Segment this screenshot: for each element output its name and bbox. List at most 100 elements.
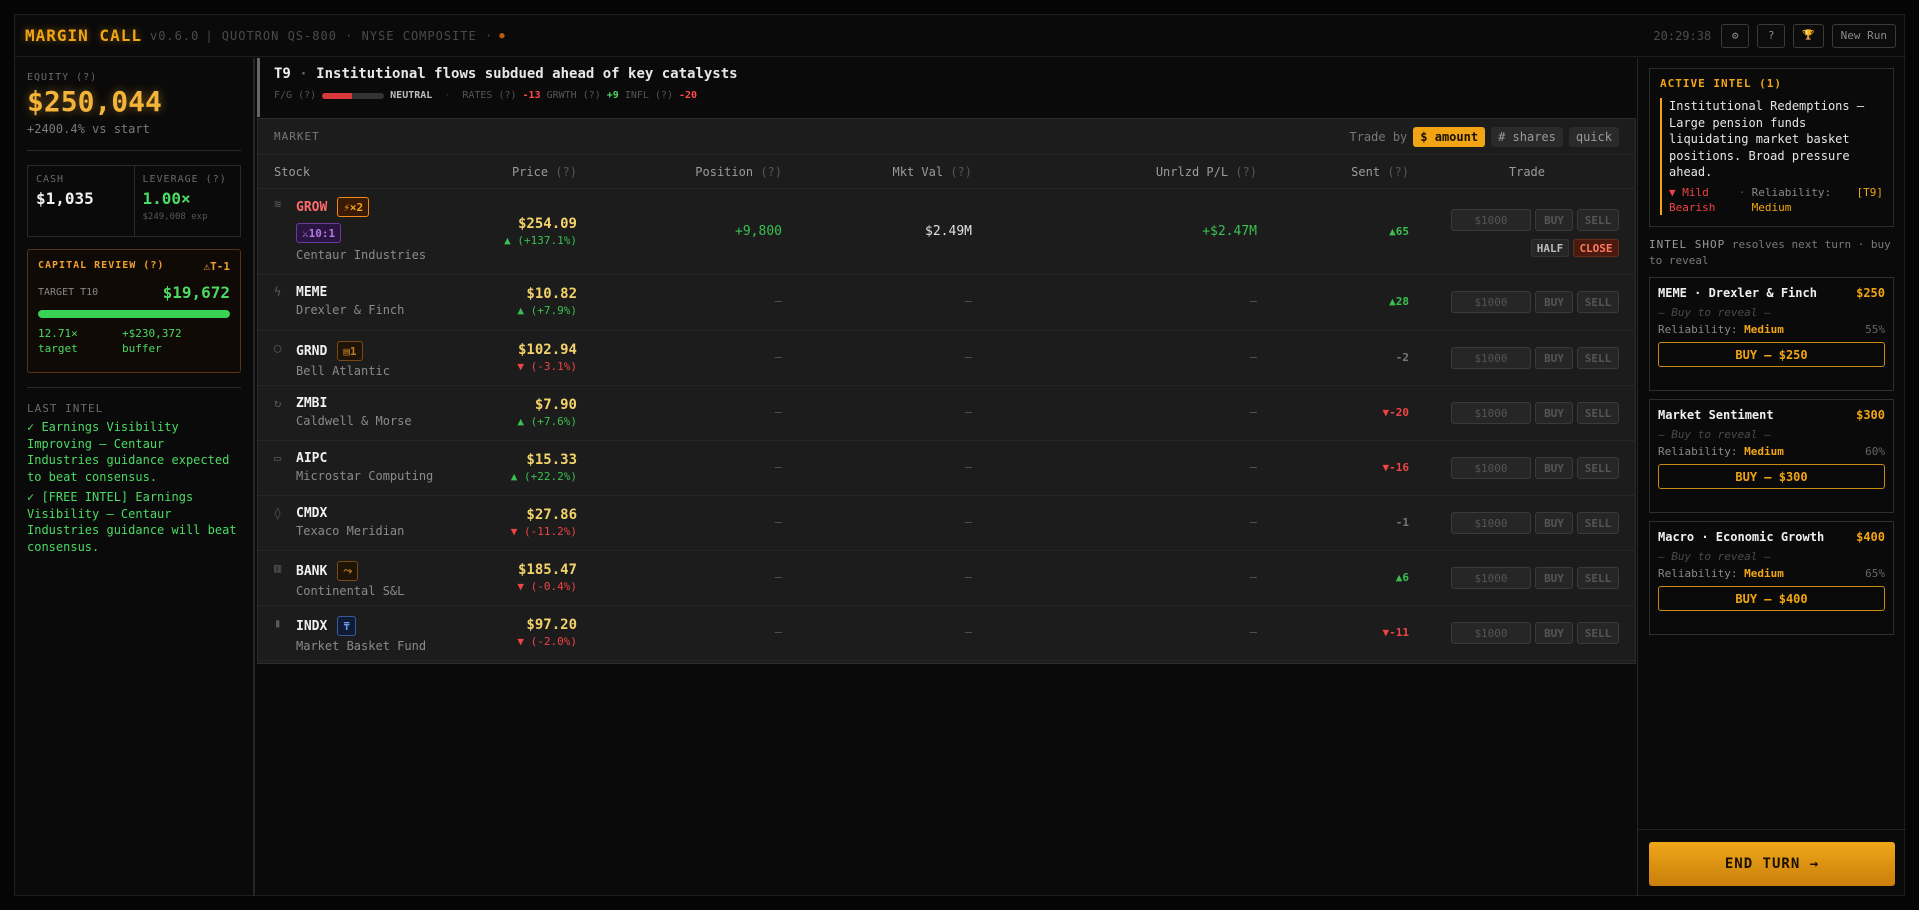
modifier-badge: ₸ (337, 616, 356, 636)
col-sentiment[interactable]: Sent (?) (1351, 165, 1409, 179)
stock-row-grnd: ◯ GRND ▤1 Bell Atlantic $102.94 ▼ (-3.1%)… (258, 331, 1635, 386)
trade-amount-input[interactable]: $1000 (1451, 567, 1531, 589)
trade-amount-input[interactable]: $1000 (1451, 622, 1531, 644)
col-position[interactable]: Position (?) (695, 165, 782, 179)
equity-label[interactable]: EQUITY (?) (27, 72, 241, 83)
bolt-icon: ϟ (274, 285, 282, 299)
last-intel-item: ✓ [FREE INTEL] Earnings Visibility — Cen… (27, 490, 237, 554)
stock-identity[interactable]: ZMBI Caldwell & Morse (296, 396, 412, 428)
price-change: ▼ (-11.2%) (510, 525, 577, 538)
stock-identity[interactable]: INDX ₸ Market Basket Fund (296, 616, 426, 653)
half-button[interactable]: HALF (1531, 239, 1569, 257)
col-price[interactable]: Price (?) (512, 165, 577, 179)
buy-button[interactable]: BUY (1535, 512, 1573, 534)
market-value: $2.49M (925, 224, 972, 239)
leverage-label[interactable]: LEVERAGE (?) (143, 174, 233, 185)
target-value: $19,672 (162, 283, 230, 302)
buy-button[interactable]: BUY (1535, 622, 1573, 644)
position: — (774, 294, 782, 308)
price-change: ▼ (-0.4%) (517, 580, 577, 593)
market-value: — (964, 350, 972, 364)
stock-identity[interactable]: GROW ⚡×2 ⚔10:1 Centaur Industries (296, 197, 426, 262)
drop-icon: ◊ (274, 506, 282, 520)
buy-button[interactable]: BUY (1535, 347, 1573, 369)
price: $97.20 (526, 617, 577, 633)
price-change: ▼ (-2.0%) (517, 635, 577, 648)
trade-amount-input[interactable]: $1000 (1451, 402, 1531, 424)
intel-card-hidden: — Buy to reveal — (1658, 550, 1771, 563)
buy-intel-button[interactable]: BUY — $400 (1658, 586, 1885, 611)
active-intel-turn: [T9] (1856, 185, 1884, 199)
divider (27, 150, 241, 151)
intel-card-reliability-label: Reliability: (1658, 323, 1738, 336)
stock-identity[interactable]: CMDX Texaco Meridian (296, 506, 404, 538)
intel-card-price: $250 (1856, 286, 1885, 300)
active-intel-body: Institutional Redemptions — Large pensio… (1669, 99, 1865, 179)
price-cell: $102.94 ▼ (-3.1%) (517, 342, 577, 373)
sell-button[interactable]: SELL (1577, 567, 1619, 589)
trade-amount-input[interactable]: $1000 (1451, 512, 1531, 534)
rates-label[interactable]: RATES (?) (462, 90, 516, 101)
price-change: ▲ (+22.2%) (510, 470, 577, 483)
buy-intel-button[interactable]: BUY — $250 (1658, 342, 1885, 367)
sell-button[interactable]: SELL (1577, 402, 1619, 424)
trade-controls: $1000 BUY SELL (1451, 567, 1619, 589)
price: $7.90 (534, 397, 577, 413)
sentiment: ▼-20 (1382, 406, 1410, 419)
price-cell: $97.20 ▼ (-2.0%) (517, 617, 577, 648)
price-cell: $185.47 ▼ (-0.4%) (517, 562, 577, 593)
stock-row-cmdx: ◊ CMDX Texaco Meridian $27.86 ▼ (-11.2%)… (258, 496, 1635, 551)
stock-identity[interactable]: AIPC Microstar Computing (296, 451, 433, 483)
end-turn-button[interactable]: END TURN → (1649, 842, 1895, 886)
company-name: Texaco Meridian (296, 524, 405, 538)
market-value: — (964, 294, 972, 308)
sell-button[interactable]: SELL (1577, 291, 1619, 313)
stock-identity[interactable]: BANK ⤳ Continental S&L (296, 561, 404, 598)
intel-card-reliability-label: Reliability: (1658, 445, 1738, 458)
stock-row-bank: ▥ BANK ⤳ Continental S&L $185.47 ▼ (-0.4%… (258, 551, 1635, 606)
new-run-button[interactable]: New Run (1831, 23, 1896, 48)
trade-mode-shares[interactable]: # shares (1491, 126, 1563, 147)
close-position-button[interactable]: CLOSE (1573, 239, 1619, 257)
col-unrealized-pl[interactable]: Unrlzd P/L (?) (1156, 165, 1257, 179)
inflation-label[interactable]: INFL (?) (625, 90, 673, 101)
growth-label[interactable]: GRWTH (?) (547, 90, 601, 101)
sell-button[interactable]: SELL (1577, 209, 1619, 231)
active-intel-reliability-label: Reliability: (1751, 185, 1832, 199)
stock-identity[interactable]: GRND ▤1 Bell Atlantic (296, 341, 390, 378)
buy-button[interactable]: BUY (1535, 457, 1573, 479)
sell-button[interactable]: SELL (1577, 347, 1619, 369)
active-intel-direction: ▼ Mild Bearish (1669, 185, 1716, 214)
cash-leverage-box: CASH $1,035 LEVERAGE (?) 1.00× $249,008 … (27, 165, 241, 237)
turn-headline: Institutional flows subdued ahead of key… (316, 66, 738, 82)
unrealized-pl: +$2.47M (1202, 224, 1257, 239)
sell-button[interactable]: SELL (1577, 512, 1619, 534)
col-market-value[interactable]: Mkt Val (?) (893, 165, 973, 179)
active-intel-reliability: Medium (1751, 200, 1792, 214)
intel-card-name: Market Sentiment (1658, 408, 1774, 422)
sentiment: ▲65 (1389, 225, 1409, 238)
trade-amount-input[interactable]: $1000 (1451, 457, 1531, 479)
help-button[interactable]: ? (1757, 23, 1786, 48)
trade-mode-quick[interactable]: quick (1568, 126, 1619, 147)
buy-button[interactable]: BUY (1535, 567, 1573, 589)
position: — (774, 405, 782, 419)
buy-intel-button[interactable]: BUY — $300 (1658, 464, 1885, 489)
sell-button[interactable]: SELL (1577, 457, 1619, 479)
trade-mode-amount[interactable]: $ amount (1413, 126, 1486, 147)
capital-review-label[interactable]: CAPITAL REVIEW (?) (38, 260, 164, 273)
buy-button[interactable]: BUY (1535, 402, 1573, 424)
leaderboard-button[interactable]: 🏆 (1793, 23, 1824, 48)
position: — (774, 515, 782, 529)
sell-button[interactable]: SELL (1577, 622, 1619, 644)
ticker: AIPC (296, 451, 328, 466)
buy-button[interactable]: BUY (1535, 209, 1573, 231)
stock-identity[interactable]: MEME Drexler & Finch (296, 285, 404, 317)
buy-button[interactable]: BUY (1535, 291, 1573, 313)
trade-amount-input[interactable]: $1000 (1451, 291, 1531, 313)
settings-button[interactable]: ⚙ (1721, 23, 1750, 48)
trade-by-label: Trade by (1349, 129, 1408, 144)
fear-greed-label[interactable]: F/G (?) (274, 90, 316, 101)
trade-amount-input[interactable]: $1000 (1451, 347, 1531, 369)
trade-amount-input[interactable]: $1000 (1451, 209, 1531, 231)
